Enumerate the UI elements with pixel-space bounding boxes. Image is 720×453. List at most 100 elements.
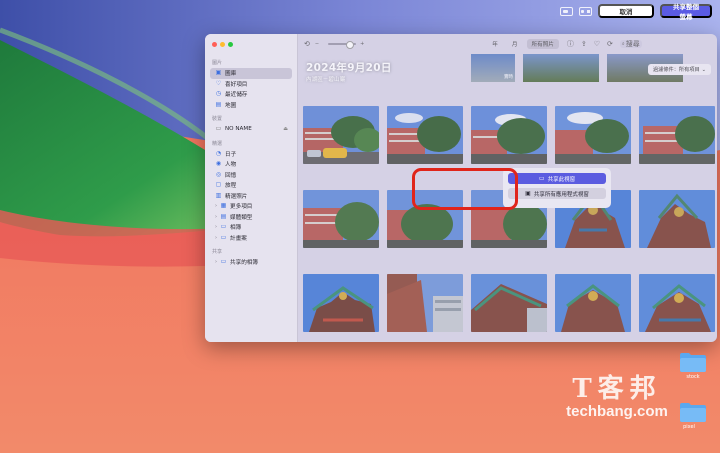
photo-thumbnail[interactable] xyxy=(387,106,463,164)
sidebar-item-label: 相簿 xyxy=(230,225,242,232)
zoom-in-icon[interactable]: + xyxy=(360,41,364,47)
sidebar-section-title: 裝置 xyxy=(212,116,223,122)
toolbar-actions: ⓘ ⇪ ♡ ⟳ ⌕ 搜尋 xyxy=(567,39,642,49)
chevron-right-icon[interactable]: › xyxy=(215,235,218,241)
share-all-app-windows-button[interactable]: ▣ 共享所有應用程式視窗 xyxy=(508,188,606,199)
photo-thumbnail[interactable] xyxy=(639,274,715,332)
share-entire-screen-button[interactable]: 共享整個螢幕 xyxy=(660,4,712,21)
sidebar-item-label: 更多項目 xyxy=(230,204,253,211)
photo-thumbnail[interactable] xyxy=(303,106,379,164)
more-items-icon: ▦ xyxy=(220,202,227,210)
photo-thumbnail[interactable] xyxy=(523,54,599,82)
shared-album-icon: ▭ xyxy=(220,258,227,266)
photo-grid xyxy=(303,106,715,332)
rotate-icon[interactable]: ⟲ xyxy=(304,40,310,48)
location-subtitle[interactable]: 內湖區－碧山巖 xyxy=(306,75,345,83)
memories-icon: ◎ xyxy=(215,170,222,178)
watermark-logo: T客邦 techbang.com xyxy=(532,368,702,420)
photo-thumbnail[interactable] xyxy=(555,274,631,332)
sidebar-item-albums[interactable]: › ▭ 相簿 xyxy=(210,222,292,233)
sidebar-item-label: 精選照片 xyxy=(225,193,248,200)
sidebar-item-days[interactable]: ◔ 日子 xyxy=(210,149,292,160)
sidebar-item-trips[interactable]: ▢ 旅程 xyxy=(210,180,292,191)
tab-months[interactable]: 月 xyxy=(507,39,523,49)
sidebar-item-label: 旅程 xyxy=(225,183,237,190)
sidebar-item-label: 回憶 xyxy=(225,172,237,179)
cancel-button[interactable]: 取消 xyxy=(598,4,654,18)
photo-thumbnail[interactable] xyxy=(303,190,379,248)
share-icon[interactable]: ⇪ xyxy=(581,40,587,48)
photo-thumbnail[interactable] xyxy=(471,106,547,164)
sidebar-item-library[interactable]: ▣ 圖庫 xyxy=(210,68,292,79)
share-window-mode-icon[interactable] xyxy=(560,6,573,16)
chevron-down-icon: ⌄ xyxy=(701,66,706,73)
heart-icon: ♡ xyxy=(215,79,222,87)
sidebar-item-label: 圖庫 xyxy=(225,71,237,78)
watermark-domain: techbang.com xyxy=(566,403,668,420)
media-types-icon: ▤ xyxy=(220,212,227,220)
sidebar-item-shared-albums[interactable]: › ▭ 共享的相簿 xyxy=(210,257,292,268)
sidebar-item-people[interactable]: ◉ 人物 xyxy=(210,159,292,170)
share-all-app-windows-label: 共享所有應用程式視窗 xyxy=(533,191,589,198)
sidebar-item-label: 媒體類型 xyxy=(230,214,253,221)
chevron-right-icon[interactable]: › xyxy=(215,224,218,230)
search-field[interactable]: ⌕ 搜尋 xyxy=(619,40,642,48)
photo-thumbnail[interactable] xyxy=(639,190,715,248)
photo-thumbnail[interactable] xyxy=(303,274,379,332)
share-this-window-label: 共享此視窗 xyxy=(547,176,576,183)
sidebar-item-label: 日子 xyxy=(225,151,237,158)
favorite-heart-icon[interactable]: ♡ xyxy=(594,40,600,48)
photo-thumbnail[interactable] xyxy=(639,106,715,164)
featured-photos-icon: ▥ xyxy=(215,191,222,199)
eject-icon[interactable]: ⏏ xyxy=(283,126,288,132)
chevron-right-icon[interactable]: › xyxy=(215,214,218,220)
sidebar-item-media-types[interactable]: › ▤ 媒體類型 xyxy=(210,212,292,223)
rotate-photo-icon[interactable]: ⟳ xyxy=(607,40,613,48)
sidebar-item-projects[interactable]: › ▭ 計畫案 xyxy=(210,233,292,244)
sidebar-item-map[interactable]: ▤ 地圖 xyxy=(210,100,292,111)
zoom-out-icon[interactable]: − xyxy=(315,41,319,47)
photo-thumbnail[interactable] xyxy=(555,106,631,164)
window-controls xyxy=(212,42,292,47)
zoom-slider[interactable] xyxy=(328,41,357,49)
sidebar-item-label: 地圖 xyxy=(225,102,237,109)
stacked-windows-icon: ▣ xyxy=(525,190,531,197)
filter-label: 過濾條件：所有項目 xyxy=(652,67,700,73)
search-icon: ⌕ xyxy=(621,41,625,47)
filter-dropdown[interactable]: 過濾條件：所有項目 ⌄ xyxy=(647,64,711,75)
zoom-window-icon[interactable] xyxy=(228,42,233,47)
calendar-icon: ◔ xyxy=(215,149,222,157)
toolbar: ⟲ − + 年 月 所有照片 ⓘ ⇪ ♡ ⟳ ⌕ 搜尋 xyxy=(298,34,717,54)
drive-icon: ▭ xyxy=(215,125,222,133)
screen-share-bar: 取消 共享整個螢幕 xyxy=(0,0,720,22)
photo-thumbnail[interactable]: 實時 xyxy=(471,54,515,82)
share-this-window-button[interactable]: ▭ 共享此視窗 xyxy=(508,173,606,184)
sidebar-item-device[interactable]: ▭ NO NAME ⏏ xyxy=(210,124,292,135)
photo-thumbnail[interactable] xyxy=(387,274,463,332)
date-heading: 2024年9月20日 xyxy=(306,62,392,74)
clock-icon: ◷ xyxy=(215,90,222,98)
share-app-mode-icon[interactable] xyxy=(579,6,592,16)
chevron-right-icon[interactable]: › xyxy=(215,259,218,265)
tab-years[interactable]: 年 xyxy=(487,39,503,49)
info-icon[interactable]: ⓘ xyxy=(567,39,574,49)
sidebar-item-recently-saved[interactable]: ◷ 最近儲存 xyxy=(210,89,292,100)
sidebar-item-memories[interactable]: ◎ 回憶 xyxy=(210,170,292,181)
sidebar-item-featured-photos[interactable]: ▥ 精選照片 xyxy=(210,191,292,202)
close-window-icon[interactable] xyxy=(212,42,217,47)
sidebar-item-label: 最近儲存 xyxy=(225,92,248,99)
sidebar-item-label: NO NAME xyxy=(225,126,252,133)
sidebar-item-label: 人物 xyxy=(225,162,237,169)
search-placeholder: 搜尋 xyxy=(625,40,640,48)
highlight-annotation xyxy=(412,168,518,210)
sidebar-item-favorites[interactable]: ♡ 喜好項目 xyxy=(210,79,292,90)
minimize-window-icon[interactable] xyxy=(220,42,225,47)
live-photo-badge: 實時 xyxy=(504,75,513,80)
chevron-right-icon[interactable]: › xyxy=(215,203,218,209)
projects-icon: ▭ xyxy=(220,233,227,241)
sidebar-item-more-items[interactable]: › ▦ 更多項目 xyxy=(210,201,292,212)
photo-thumbnail[interactable] xyxy=(471,274,547,332)
tab-all-photos[interactable]: 所有照片 xyxy=(526,39,559,49)
sidebar-section-title: 精選 xyxy=(212,140,223,147)
view-tabs: 年 月 所有照片 xyxy=(487,39,559,49)
